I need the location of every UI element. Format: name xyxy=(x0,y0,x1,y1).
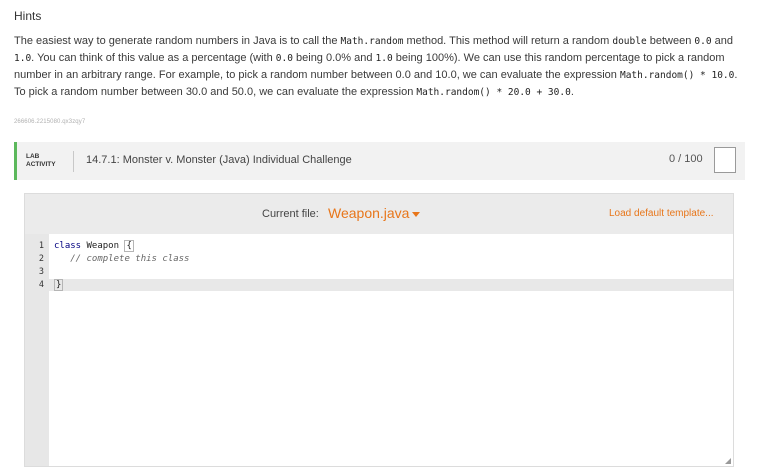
resize-handle-icon[interactable] xyxy=(725,458,731,464)
lab-activity-header: LAB ACTIVITY 14.7.1: Monster v. Monster … xyxy=(14,142,745,180)
hints-body: The easiest way to generate random numbe… xyxy=(14,35,738,98)
file-select[interactable]: Weapon.java xyxy=(328,205,409,221)
editor-panel: Current file: Weapon.java Load default t… xyxy=(24,193,734,467)
file-bar: Current file: Weapon.java Load default t… xyxy=(25,194,733,234)
line-gutter: 1 2 3 4 xyxy=(25,234,49,466)
code-line-2: // complete this class xyxy=(54,254,190,264)
load-default-template-link[interactable]: Load default template... xyxy=(609,208,714,219)
lab-title: 14.7.1: Monster v. Monster (Java) Indivi… xyxy=(86,154,352,166)
line-number: 4 xyxy=(38,280,44,290)
lab-activity-label: LAB ACTIVITY xyxy=(26,153,56,168)
current-file-label: Current file: xyxy=(262,208,319,220)
lab-divider xyxy=(73,151,74,172)
code-editor[interactable]: 1 2 3 4 class Weapon { // complete this … xyxy=(25,234,733,466)
line-number: 2 xyxy=(38,254,44,264)
score-badge-icon xyxy=(714,147,736,173)
active-line-highlight xyxy=(25,279,733,291)
chevron-down-icon[interactable] xyxy=(412,212,420,217)
hints-title: Hints xyxy=(14,9,42,23)
lab-score: 0 / 100 xyxy=(669,153,703,165)
hint-id: 266606.2215080.qx3zqy7 xyxy=(14,119,86,125)
code-line-1: class Weapon { xyxy=(54,240,134,252)
line-number: 3 xyxy=(38,267,44,277)
code-line-4: } xyxy=(54,279,64,291)
line-number: 1 xyxy=(38,241,44,251)
